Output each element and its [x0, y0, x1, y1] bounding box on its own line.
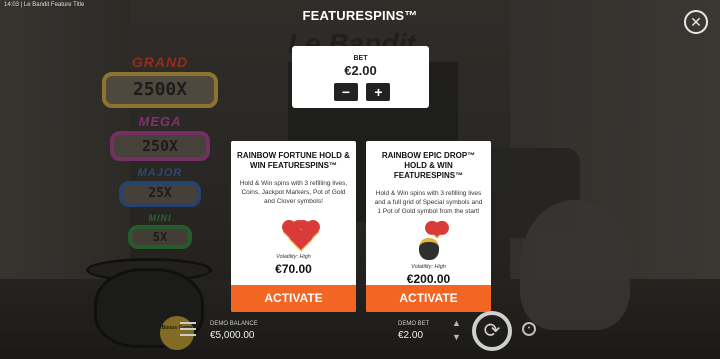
demo-balance-value: €5,000.00 — [210, 330, 255, 341]
feature-card-rainbow-epic-drop: RAINBOW EPIC DROP™ HOLD & WIN FEATURESPI… — [366, 141, 491, 312]
card-title: RAINBOW FORTUNE HOLD & WIN FEATURESPINS™ — [237, 151, 350, 170]
card-description: Hold & Win spins with 3 refilling lives … — [374, 190, 483, 215]
autoplay-button[interactable]: • — [522, 322, 536, 336]
demo-bet-label: DEMO BET — [398, 321, 430, 327]
close-button[interactable]: ✕ — [684, 10, 708, 34]
card-description: Hold & Win spins with 3 refilling lives,… — [239, 180, 348, 205]
activate-button[interactable]: ACTIVATE — [366, 285, 491, 312]
card-price: €200.00 — [406, 272, 451, 286]
hearts-icon — [272, 212, 319, 252]
menu-icon[interactable] — [180, 322, 196, 336]
card-price: €70.00 — [275, 262, 312, 276]
bet-panel: BET €2.00 − + — [292, 46, 429, 108]
increase-bet-button[interactable]: + — [366, 83, 391, 101]
bet-value: €2.00 — [344, 63, 377, 78]
pot-of-gold-icon — [407, 221, 451, 260]
card-volatility: Volatility: High — [276, 254, 311, 260]
chevron-down-icon[interactable]: ▼ — [452, 332, 461, 342]
page-title: FEATURESPINS™ — [302, 8, 418, 23]
card-title: RAINBOW EPIC DROP™ HOLD & WIN FEATURESPI… — [381, 151, 476, 180]
activate-button[interactable]: ACTIVATE — [231, 285, 356, 312]
autoplay-icon: • — [527, 325, 531, 332]
bet-label: BET — [353, 55, 368, 62]
chevron-up-icon[interactable]: ▲ — [452, 318, 461, 328]
decrease-bet-button[interactable]: − — [334, 83, 358, 101]
spin-button[interactable]: ⟳ — [472, 311, 512, 351]
spin-icon: ⟳ — [483, 320, 501, 342]
card-volatility: Volatility: High — [411, 264, 446, 270]
demo-balance-label: DEMO BALANCE — [210, 321, 258, 327]
close-icon: ✕ — [690, 14, 702, 30]
feature-card-rainbow-fortune: RAINBOW FORTUNE HOLD & WIN FEATURESPINS™… — [231, 141, 356, 312]
demo-bet-value: €2.00 — [398, 330, 424, 341]
